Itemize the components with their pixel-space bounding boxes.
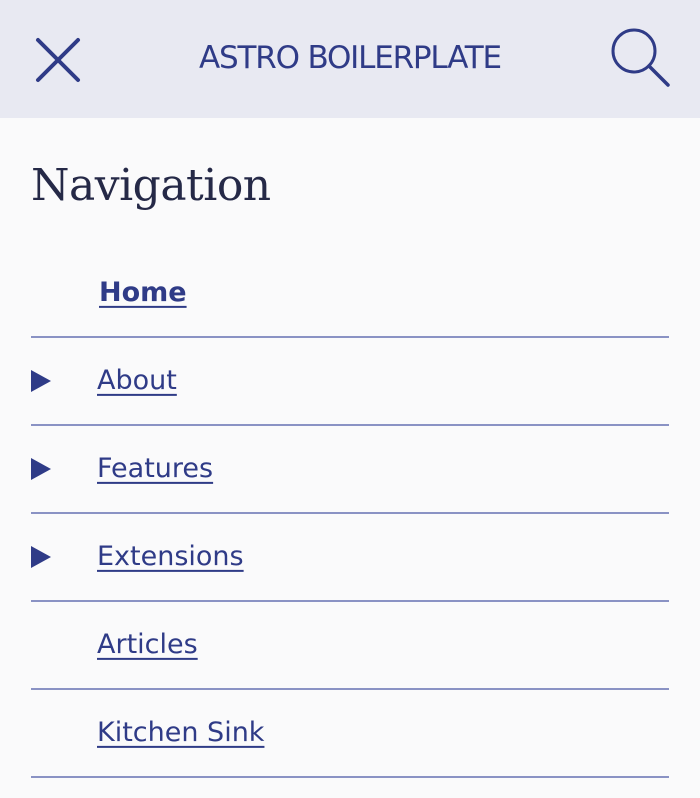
expand-arrow-icon[interactable] [31,546,51,568]
nav-link-features[interactable]: Features [97,453,213,484]
nav-link-extensions[interactable]: Extensions [97,541,244,572]
app-title: ASTRO BOILERPLATE [199,40,502,76]
expand-arrow-icon[interactable] [31,370,51,392]
search-button[interactable] [602,26,678,92]
expand-arrow-icon[interactable] [31,458,51,480]
search-icon [607,24,673,94]
nav-link-articles[interactable]: Articles [97,629,198,660]
nav-item-about: About [31,338,669,426]
navigation-list: Home About Features Extensions Articles … [31,250,669,778]
top-bar: ASTRO BOILERPLATE [0,0,700,118]
nav-link-about[interactable]: About [97,365,177,396]
nav-item-extensions: Extensions [31,514,669,602]
nav-item-features: Features [31,426,669,514]
nav-item-home: Home [31,250,669,338]
nav-item-articles: Articles [31,602,669,690]
nav-item-kitchen-sink: Kitchen Sink [31,690,669,778]
nav-link-kitchen-sink[interactable]: Kitchen Sink [97,717,264,748]
navigation-heading: Navigation [31,160,271,211]
nav-link-home[interactable]: Home [99,277,187,308]
